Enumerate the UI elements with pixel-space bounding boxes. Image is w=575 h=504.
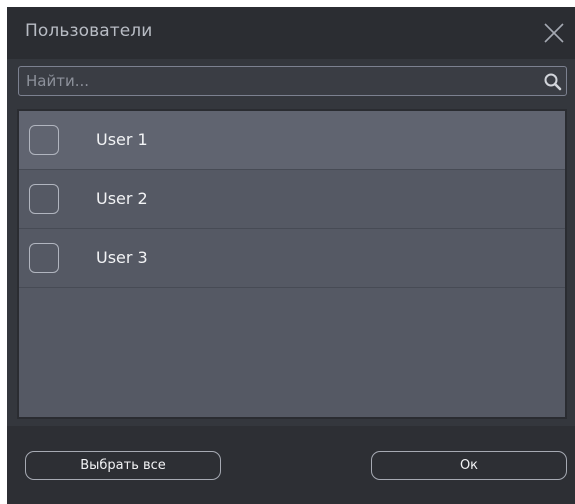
ok-button[interactable]: Ок [371, 451, 567, 480]
user-list-item[interactable]: User 2 [19, 170, 565, 229]
checkbox-icon[interactable] [29, 243, 59, 273]
checkbox-icon[interactable] [29, 184, 59, 214]
user-label: User 3 [96, 248, 148, 267]
dialog-titlebar: Пользователи [7, 7, 575, 59]
search-box [18, 66, 567, 96]
search-icon[interactable] [543, 72, 563, 92]
user-list: User 1 User 2 User 3 [17, 109, 567, 419]
search-input[interactable] [19, 67, 536, 95]
close-icon [544, 23, 564, 43]
users-dialog: Пользователи User 1 User 2 User 3 В [7, 7, 575, 504]
dialog-footer: Выбрать все Ок [7, 426, 575, 504]
dialog-title: Пользователи [25, 21, 153, 41]
select-all-button[interactable]: Выбрать все [25, 451, 221, 480]
user-list-item[interactable]: User 3 [19, 229, 565, 288]
user-label: User 2 [96, 189, 148, 208]
user-list-item[interactable]: User 1 [19, 111, 565, 170]
checkbox-icon[interactable] [29, 125, 59, 155]
user-label: User 1 [96, 130, 148, 149]
close-button[interactable] [541, 20, 567, 46]
